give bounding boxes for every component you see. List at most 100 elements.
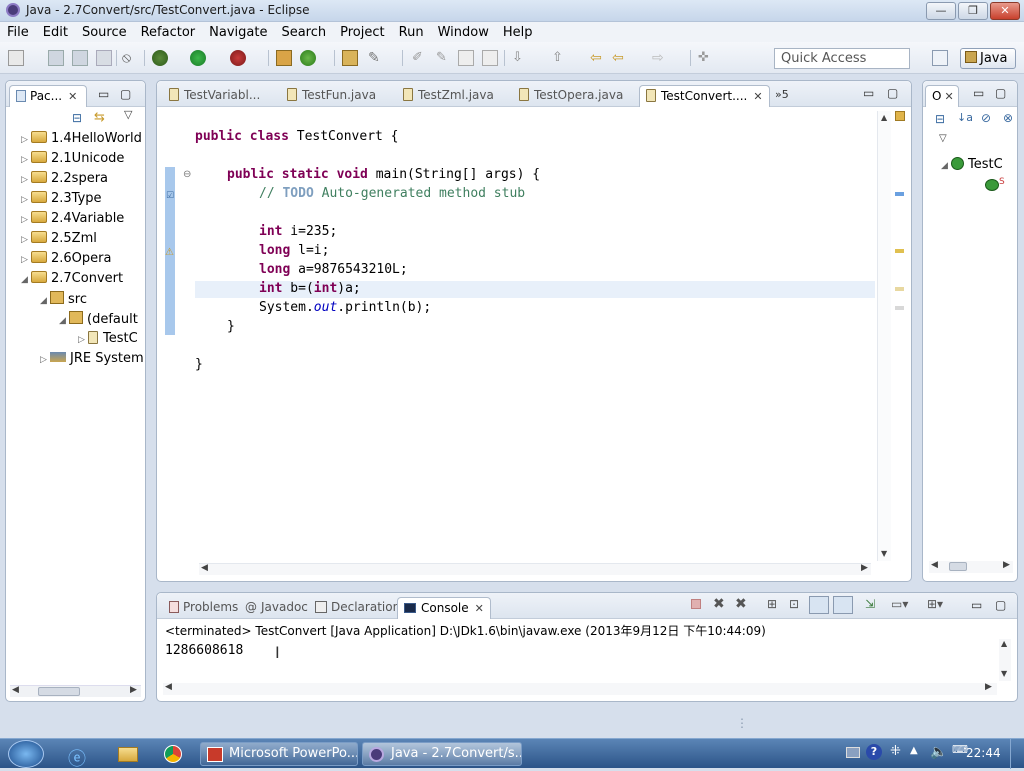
chrome-icon[interactable]	[164, 745, 182, 763]
prev-annotation-icon[interactable]: ⇧	[552, 50, 568, 66]
fold-icon[interactable]: ⊖	[183, 169, 191, 180]
remove-all-icon[interactable]: ✖	[735, 596, 747, 612]
tab-testfun[interactable]: TestFun.java	[281, 85, 382, 107]
debug-icon[interactable]	[152, 50, 168, 66]
explorer-icon[interactable]	[118, 747, 138, 762]
code-line-int-i[interactable]: int i=235;	[259, 224, 337, 239]
minimize-view-icon[interactable]: ▭	[971, 598, 982, 612]
next-annotation-icon[interactable]: ⇩	[512, 50, 528, 66]
tab-javadoc[interactable]: @ Javadoc	[239, 597, 314, 619]
close-icon[interactable]: ✕	[944, 90, 953, 103]
editor-vscrollbar[interactable]: ▲ ▼	[877, 111, 891, 561]
tab-package-explorer[interactable]: Pac... ✕	[9, 85, 87, 107]
save-all-icon[interactable]	[72, 50, 88, 66]
menu-navigate[interactable]: Navigate	[202, 25, 274, 40]
maximize-view-icon[interactable]: ▢	[995, 86, 1006, 100]
maximize-view-icon[interactable]: ▢	[887, 86, 898, 100]
taskbar-item-eclipse[interactable]: Java - 2.7Convert/s...	[362, 742, 522, 766]
code-line-int-b[interactable]: int b=(int)a;	[259, 281, 361, 296]
minimize-view-icon[interactable]: ▭	[973, 86, 984, 100]
open-perspective-icon[interactable]	[932, 50, 948, 66]
explorer-scroll-thumb[interactable]	[38, 687, 80, 696]
outline-scroll-thumb[interactable]	[949, 562, 967, 571]
block-selection-icon[interactable]	[482, 50, 498, 66]
hide-static-icon[interactable]: ⊗	[1003, 111, 1013, 125]
format-icon[interactable]: ✎	[436, 50, 452, 66]
pin-editor-icon[interactable]: ✜	[698, 50, 714, 66]
close-icon[interactable]: ✕	[68, 90, 77, 103]
show-on-output-icon[interactable]	[809, 596, 829, 614]
new-icon[interactable]	[8, 50, 24, 66]
external-tools-icon[interactable]	[230, 50, 246, 66]
print-icon[interactable]	[96, 50, 112, 66]
close-icon[interactable]: ✕	[475, 602, 484, 615]
remove-launch-icon[interactable]: ✖	[713, 596, 725, 612]
tab-console[interactable]: Console ✕	[397, 597, 491, 619]
outline-item-class[interactable]: ◢ TestC	[941, 157, 1003, 172]
close-button[interactable]: ✕	[990, 2, 1020, 20]
code-line-main[interactable]: public static void main(String[] args) {	[227, 167, 540, 182]
toggle-mark-icon[interactable]: ✐	[412, 50, 428, 66]
minimize-view-icon[interactable]: ▭	[863, 86, 874, 100]
code-line-close-method[interactable]: }	[227, 319, 235, 334]
start-button[interactable]	[8, 740, 44, 768]
tab-testzml[interactable]: TestZml.java	[397, 85, 500, 107]
tree-item-zml[interactable]: ▷ 2.5Zml	[21, 231, 97, 246]
network-icon[interactable]: ⁜	[890, 744, 901, 759]
tab-testvariable[interactable]: TestVariabl...	[163, 85, 266, 107]
run-icon[interactable]	[190, 50, 206, 66]
tree-item-src[interactable]: ◢ src	[40, 291, 87, 307]
menu-refactor[interactable]: Refactor	[134, 25, 203, 40]
menu-help[interactable]: Help	[496, 25, 540, 40]
terminate-icon[interactable]	[691, 599, 701, 609]
forward-icon[interactable]: ⇨	[652, 50, 668, 66]
open-type-icon[interactable]	[342, 50, 358, 66]
keyboard-icon[interactable]	[846, 747, 860, 758]
tree-item-type[interactable]: ▷ 2.3Type	[21, 191, 102, 206]
collapse-all-icon[interactable]: ⊟	[935, 112, 945, 126]
tree-item-default-package[interactable]: ◢ (default	[59, 311, 138, 327]
code-line-println[interactable]: System.out.println(b);	[259, 300, 431, 315]
tab-outline[interactable]: O ✕	[925, 85, 959, 107]
last-edit-icon[interactable]: ⇦	[590, 50, 606, 66]
scroll-lock-icon[interactable]: ⊡	[789, 597, 799, 611]
show-whitespace-icon[interactable]	[458, 50, 474, 66]
tree-item-helloworld[interactable]: ▷ 1.4HelloWorld	[21, 131, 142, 146]
pin-console-icon[interactable]: ⇲	[865, 597, 875, 611]
view-menu-icon[interactable]: ▽	[124, 108, 132, 121]
tree-item-unicode[interactable]: ▷ 2.1Unicode	[21, 151, 124, 166]
link-editor-icon[interactable]: ⇆	[94, 110, 105, 125]
maximize-view-icon[interactable]: ▢	[995, 598, 1006, 612]
show-desktop-button[interactable]	[1010, 739, 1024, 769]
taskbar-item-powerpoint[interactable]: Microsoft PowerPo...	[200, 742, 358, 766]
quick-access-input[interactable]: Quick Access	[774, 48, 910, 69]
collapse-all-icon[interactable]: ⊟	[72, 111, 82, 125]
menu-window[interactable]: Window	[431, 25, 496, 40]
hide-fields-icon[interactable]: ⊘	[981, 111, 991, 125]
new-java-project-icon[interactable]	[276, 50, 292, 66]
show-on-error-icon[interactable]	[833, 596, 853, 614]
tree-item-spera[interactable]: ▷ 2.2spera	[21, 171, 108, 186]
maximize-view-icon[interactable]: ▢	[120, 87, 131, 101]
tab-overflow-button[interactable]: »5	[775, 88, 789, 101]
tab-testopera[interactable]: TestOpera.java	[513, 85, 629, 107]
search-icon[interactable]: ✎	[368, 50, 384, 66]
ie-icon[interactable]: ⓔ	[68, 745, 86, 771]
tree-item-variable[interactable]: ▷ 2.4Variable	[21, 211, 124, 226]
maximize-button[interactable]: ❐	[958, 2, 988, 20]
java-perspective-button[interactable]: Java	[960, 48, 1016, 69]
menu-run[interactable]: Run	[392, 25, 431, 40]
editor-hscrollbar[interactable]: ◀ ▶	[199, 563, 871, 575]
open-console-icon[interactable]: ⊞▾	[927, 597, 943, 611]
tab-problems[interactable]: Problems	[163, 597, 244, 619]
menu-project[interactable]: Project	[333, 25, 391, 40]
display-console-icon[interactable]: ▭▾	[891, 597, 908, 611]
tree-item-convert[interactable]: ◢ 2.7Convert	[21, 271, 123, 286]
skip-breakpoints-icon[interactable]: ⦸	[122, 50, 138, 66]
console-hscrollbar[interactable]: ◀ ▶	[163, 682, 997, 695]
code-line-long-a[interactable]: long a=9876543210L;	[259, 262, 408, 277]
code-line-comment[interactable]: // TODO Auto-generated method stub	[259, 186, 525, 201]
method-icon[interactable]	[985, 179, 999, 191]
sort-icon[interactable]: ↓a	[957, 111, 973, 124]
back-icon[interactable]: ⇦	[612, 50, 628, 66]
